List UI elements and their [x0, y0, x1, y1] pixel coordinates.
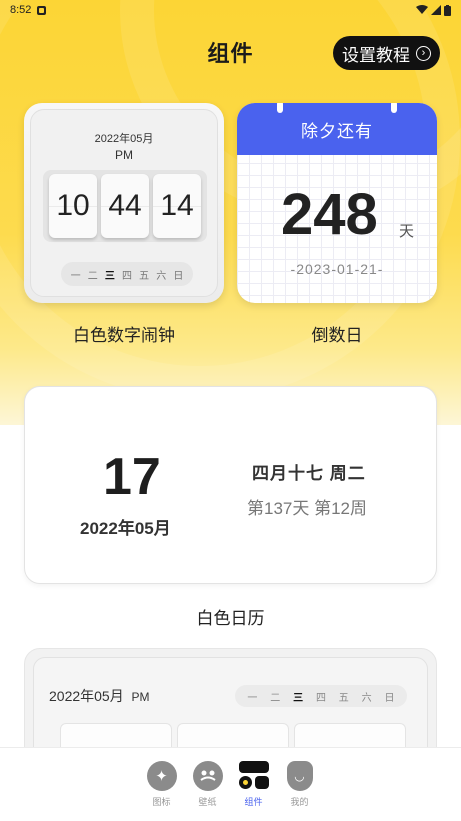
weekday: 二	[87, 270, 98, 282]
countdown-widget-caption: 倒数日	[311, 326, 363, 345]
bottom-navigation: ✦ 图标 壁纸 组件 ◡ 我的	[0, 747, 461, 821]
weekday-active: 三	[293, 692, 304, 704]
tutorial-button[interactable]: 设置教程 ›	[333, 36, 440, 70]
weekday: 四	[121, 270, 132, 282]
clock-digits: 10 44 14	[43, 170, 207, 242]
countdown-target-date: -2023-01-21-	[290, 261, 384, 277]
weekday: 五	[139, 270, 150, 282]
weekday: 日	[173, 270, 184, 282]
calendar-day-week-stat: 第137天 第12周	[247, 499, 367, 518]
calendar-month: 2022年05月	[80, 519, 171, 538]
weekly-weekday-strip: 一 二 三 四 五 六 日	[235, 685, 407, 707]
weekday: 一	[70, 270, 81, 282]
clock-minute: 44	[101, 174, 149, 238]
weekly-widget-date: 2022年05月 PM	[49, 688, 150, 704]
clock-widget-caption: 白色数字闹钟	[73, 326, 175, 345]
weekday: 四	[315, 692, 326, 704]
tutorial-label: 设置教程	[342, 45, 410, 65]
nav-label: 壁纸	[198, 797, 217, 807]
battery-icon	[444, 4, 451, 16]
binder-ring	[391, 103, 397, 113]
weekday: 二	[270, 692, 281, 704]
countdown-unit: 天	[399, 223, 415, 240]
countdown-days: 248	[281, 182, 378, 247]
nav-item-profile[interactable]: ◡ 我的	[285, 761, 315, 821]
calendar-lunar-date: 四月十七 周二	[252, 464, 366, 483]
clock-widget-face: 2022年05月 PM 10 44 14 一 二 三 四 五 六 日	[30, 109, 218, 297]
clock-widget-card[interactable]: 2022年05月 PM 10 44 14 一 二 三 四 五 六 日	[24, 103, 224, 303]
chevron-right-icon: ›	[416, 45, 431, 61]
calendar-day: 17	[103, 448, 161, 506]
clock-date: 2022年05月	[94, 133, 154, 145]
nav-label: 图标	[152, 797, 171, 807]
clock-second: 14	[153, 174, 201, 238]
notification-icon	[37, 5, 47, 15]
wallpaper-icon	[192, 761, 223, 791]
nav-item-widgets[interactable]: 组件	[238, 761, 269, 821]
countdown-widget-card[interactable]: 除夕还有 248 天 -2023-01-21-	[237, 103, 437, 303]
profile-icon: ◡	[286, 761, 313, 791]
status-time: 8:52	[10, 4, 32, 16]
clock-weekday-strip: 一 二 三 四 五 六 日	[61, 262, 193, 286]
weekday: 日	[384, 692, 395, 704]
nav-label: 我的	[290, 797, 309, 807]
signal-icon	[431, 5, 441, 15]
binder-ring	[277, 103, 283, 113]
clock-hour: 10	[49, 174, 97, 238]
calendar-widget-card[interactable]: 17 2022年05月 四月十七 周二 第137天 第12周	[24, 386, 437, 584]
clock-ampm: PM	[115, 148, 133, 162]
countdown-event: 除夕还有	[237, 103, 437, 155]
wifi-icon	[416, 5, 428, 14]
weekday: 六	[361, 692, 372, 704]
widget-icon	[238, 761, 269, 791]
weekday: 五	[338, 692, 349, 704]
nav-item-wallpaper[interactable]: 壁纸	[192, 761, 223, 821]
status-bar: 8:52	[0, 0, 461, 20]
nav-label: 组件	[244, 797, 263, 807]
weekday: 六	[156, 270, 167, 282]
nav-item-icons[interactable]: ✦ 图标	[146, 761, 177, 821]
weekday: 一	[247, 692, 258, 704]
sparkle-icon: ✦	[146, 761, 177, 791]
calendar-widget-caption: 白色日历	[196, 609, 265, 628]
weekday-active: 三	[104, 270, 115, 282]
